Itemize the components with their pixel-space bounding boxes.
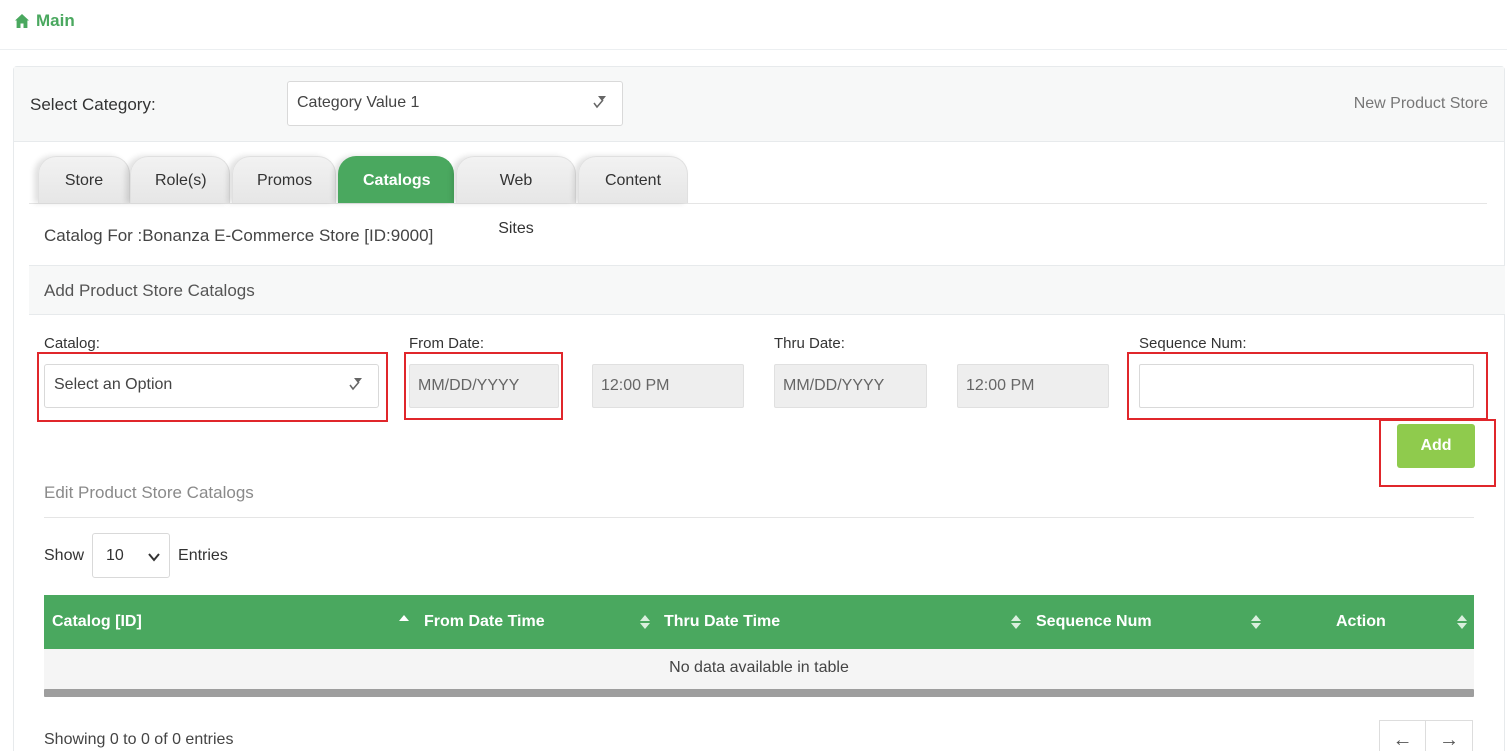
main-link-label: Main	[36, 11, 75, 30]
col-from-date-time[interactable]: From Date Time	[424, 595, 545, 649]
panel-header: Select Category: Category Value 1 New Pr…	[14, 67, 1504, 142]
home-icon	[15, 14, 29, 28]
select-category-label: Select Category:	[30, 95, 156, 114]
sort-icon	[1011, 615, 1021, 629]
col-from-date-time-label: From Date Time	[424, 613, 545, 630]
tab-catalogs[interactable]: Catalogs	[338, 156, 454, 203]
col-thru-date-time[interactable]: Thru Date Time	[664, 595, 780, 649]
next-page-button[interactable]: →	[1426, 720, 1473, 751]
col-action-label: Action	[1336, 613, 1386, 630]
top-bar: Main	[0, 0, 1507, 50]
sequence-num-input[interactable]	[1139, 364, 1474, 408]
table-empty-row: No data available in table	[44, 649, 1474, 689]
page-length-value: 10	[106, 546, 124, 564]
col-sequence-num[interactable]: Sequence Num	[1036, 595, 1152, 649]
thru-date-input[interactable]: MM/DD/YYYY	[774, 364, 927, 408]
table-scrollbar[interactable]	[44, 689, 1474, 697]
add-button[interactable]: Add	[1397, 424, 1475, 468]
table-header: Catalog [ID] From Date Time Thru Date Ti…	[44, 595, 1474, 649]
category-select[interactable]: Category Value 1	[287, 81, 623, 126]
add-section-header: Add Product Store Catalogs	[29, 265, 1505, 315]
catalogs-table: Catalog [ID] From Date Time Thru Date Ti…	[44, 595, 1474, 697]
tab-web-sites[interactable]: Web Sites	[456, 156, 576, 237]
prev-page-button[interactable]: ←	[1379, 720, 1426, 751]
sort-asc-icon	[399, 615, 409, 621]
sequence-num-label: Sequence Num:	[1139, 335, 1247, 352]
from-date-label: From Date:	[409, 335, 485, 352]
sort-icon	[1457, 615, 1467, 629]
pagination: ← →	[1379, 720, 1473, 751]
entries-label: Entries	[178, 546, 228, 564]
chevron-down-icon	[148, 553, 160, 562]
col-catalog-id-label: Catalog [ID]	[52, 613, 142, 630]
from-time-input[interactable]: 12:00 PM	[592, 364, 744, 408]
add-section-title: Add Product Store Catalogs	[44, 281, 255, 300]
catalog-label: Catalog:	[44, 335, 100, 352]
from-date-input[interactable]: MM/DD/YYYY	[409, 364, 559, 408]
tab-content[interactable]: Content	[578, 156, 688, 203]
select-arrow-icon	[349, 378, 362, 391]
thru-time-input[interactable]: 12:00 PM	[957, 364, 1109, 408]
tab-roles[interactable]: Role(s)	[130, 156, 230, 203]
tab-bar: Store Role(s) Promos Catalogs Web Sites …	[29, 156, 1487, 237]
catalog-select-placeholder: Select an Option	[54, 376, 173, 393]
catalog-select[interactable]: Select an Option	[44, 364, 379, 408]
col-thru-date-time-label: Thru Date Time	[664, 613, 781, 630]
thru-date-label: Thru Date:	[774, 335, 845, 352]
page-length-control: Show 10 Entries	[44, 533, 228, 578]
sort-icon	[1251, 615, 1261, 629]
tab-store[interactable]: Store	[38, 156, 130, 203]
col-catalog-id[interactable]: Catalog [ID]	[52, 595, 142, 649]
select-arrow-icon	[593, 96, 606, 109]
main-link[interactable]: Main	[14, 11, 75, 31]
edit-section-title: Edit Product Store Catalogs	[44, 483, 254, 502]
tab-promos[interactable]: Promos	[232, 156, 336, 203]
new-product-store-link[interactable]: New Product Store	[1354, 95, 1488, 113]
sort-icon	[640, 615, 650, 629]
col-sequence-num-label: Sequence Num	[1036, 613, 1152, 630]
catalog-for-heading: Catalog For :Bonanza E-Commerce Store [I…	[44, 226, 434, 245]
table-info: Showing 0 to 0 of 0 entries	[44, 731, 234, 748]
category-select-value: Category Value 1	[297, 94, 420, 111]
page-length-select[interactable]: 10	[92, 533, 171, 578]
divider	[44, 517, 1474, 518]
col-action[interactable]: Action	[1336, 595, 1386, 649]
show-label: Show	[44, 546, 85, 564]
